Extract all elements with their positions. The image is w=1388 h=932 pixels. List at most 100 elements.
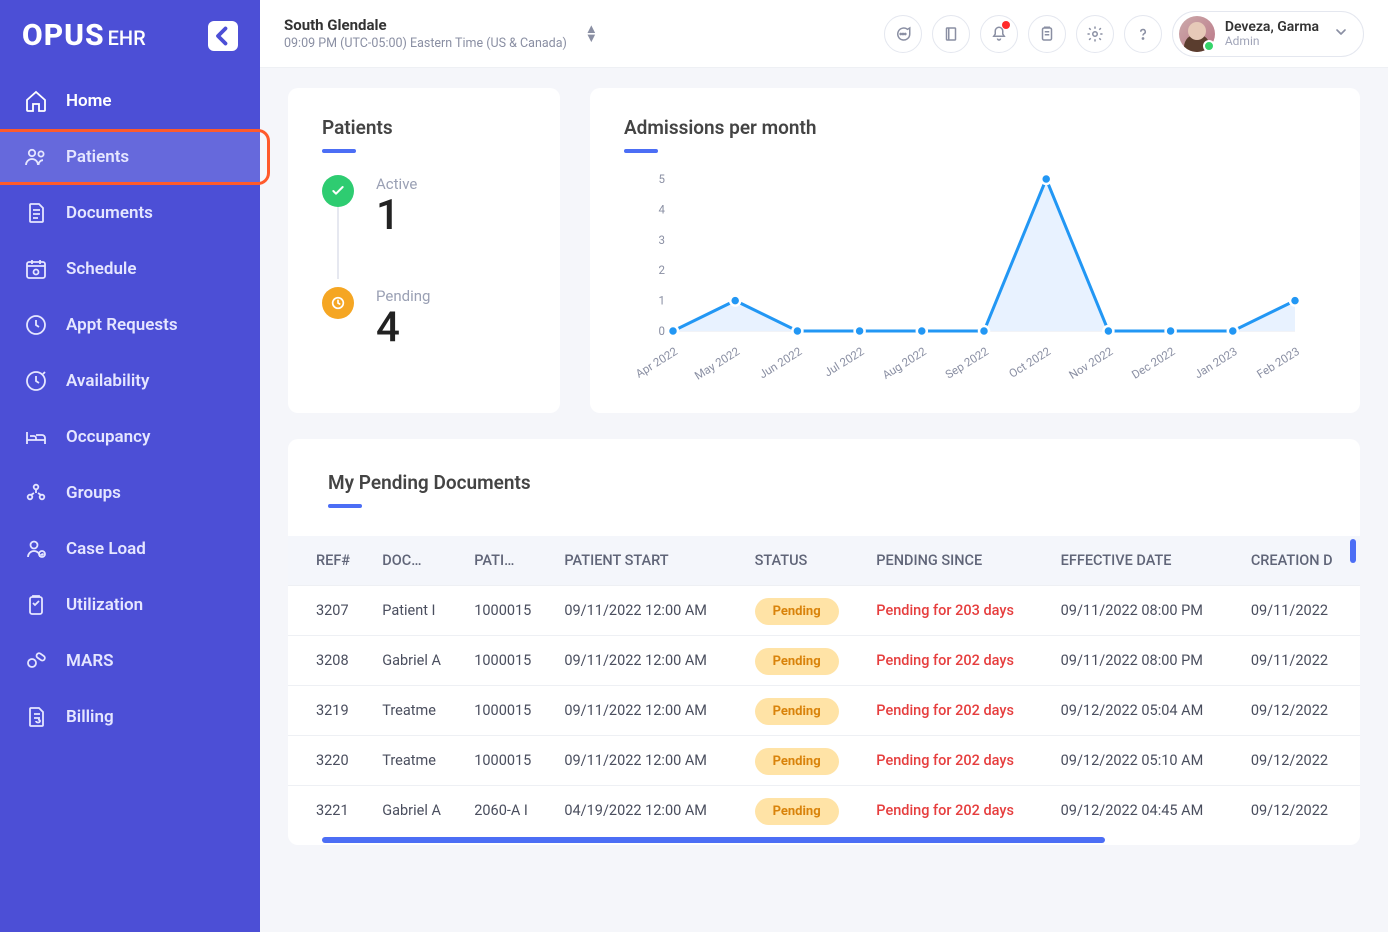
status-badge: Pending xyxy=(755,748,839,775)
home-icon xyxy=(24,89,48,113)
table-header[interactable]: PENDING SINCE xyxy=(866,536,1050,586)
table-cell: 09/12/2022 05:04 AM xyxy=(1051,686,1241,736)
table-header[interactable]: CREATION D xyxy=(1241,536,1360,586)
svg-text:May 2022: May 2022 xyxy=(692,344,743,381)
table-row[interactable]: 3220Treatme100001509/11/2022 12:00 AMPen… xyxy=(288,736,1360,786)
nav-appt-requests[interactable]: Appt Requests xyxy=(0,297,260,353)
chat-button[interactable] xyxy=(884,15,922,53)
stat-value: 1 xyxy=(376,195,417,237)
nav-utilization[interactable]: Utilization xyxy=(0,577,260,633)
table-cell: Pending xyxy=(745,736,867,786)
svg-text:Feb 2023: Feb 2023 xyxy=(1254,344,1302,381)
nav-label: Appt Requests xyxy=(66,315,178,335)
patients-card: Patients Active 1 xyxy=(288,88,560,413)
book-button[interactable] xyxy=(932,15,970,53)
table-cell: Pending xyxy=(745,686,867,736)
table-cell: 09/11/2022 12:00 AM xyxy=(554,586,744,636)
nav-label: Case Load xyxy=(66,539,146,559)
table-cell: 09/11/2022 08:00 PM xyxy=(1051,586,1241,636)
table-cell: 1000015 xyxy=(464,686,554,736)
settings-button[interactable] xyxy=(1076,15,1114,53)
table-header[interactable]: EFFECTIVE DATE xyxy=(1051,536,1241,586)
svg-text:4: 4 xyxy=(659,202,666,216)
table-cell: 09/11/2022 12:00 AM xyxy=(554,636,744,686)
location-time: 09:09 PM (UTC-05:00) Eastern Time (US & … xyxy=(284,36,567,51)
table-row[interactable]: 3207Patient I100001509/11/2022 12:00 AMP… xyxy=(288,586,1360,636)
table-cell: 3221 xyxy=(288,786,372,836)
help-button[interactable] xyxy=(1124,15,1162,53)
schedule-icon xyxy=(24,257,48,281)
nav-groups[interactable]: Groups xyxy=(0,465,260,521)
nav-case-load[interactable]: Case Load xyxy=(0,521,260,577)
table-cell: 3220 xyxy=(288,736,372,786)
sidebar-nav: Home Patients Documents Schedule Appt Re… xyxy=(0,73,260,745)
svg-text:Jun 2022: Jun 2022 xyxy=(756,344,804,381)
stat-connector xyxy=(337,207,339,279)
sidebar-collapse-button[interactable] xyxy=(208,21,238,51)
table-cell: Gabriel A xyxy=(372,786,464,836)
user-menu[interactable]: Deveza, Garma Admin xyxy=(1172,11,1364,57)
table-cell: 09/11/2022 08:00 PM xyxy=(1051,636,1241,686)
table-cell: Pending xyxy=(745,636,867,686)
status-badge: Pending xyxy=(755,698,839,725)
table-row[interactable]: 3208Gabriel A100001509/11/2022 12:00 AMP… xyxy=(288,636,1360,686)
nav-label: Billing xyxy=(66,707,114,727)
user-role: Admin xyxy=(1225,35,1319,49)
notification-dot xyxy=(1002,21,1010,29)
table-cell: Treatme xyxy=(372,686,464,736)
table-vertical-scrollbar[interactable] xyxy=(1350,539,1356,563)
svg-text:Nov 2022: Nov 2022 xyxy=(1066,344,1115,381)
pills-icon xyxy=(24,649,48,673)
admissions-chart-card: Admissions per month 012345Apr 2022May 2… xyxy=(590,88,1360,413)
pending-since: Pending for 202 days xyxy=(876,702,1014,719)
table-cell: 1000015 xyxy=(464,736,554,786)
pending-documents-card: My Pending Documents REF#DOC…PATI…PATIEN… xyxy=(288,439,1360,845)
nav-label: MARS xyxy=(66,651,114,671)
table-header[interactable]: REF# xyxy=(288,536,372,586)
table-cell: 3207 xyxy=(288,586,372,636)
clipboard-icon xyxy=(24,593,48,617)
table-header[interactable]: STATUS xyxy=(745,536,867,586)
svg-text:3: 3 xyxy=(659,233,665,247)
nav-billing[interactable]: Billing xyxy=(0,689,260,745)
topbar: South Glendale 09:09 PM (UTC-05:00) East… xyxy=(260,0,1388,68)
table-cell: Patient I xyxy=(372,586,464,636)
table-cell: 2060-A I xyxy=(464,786,554,836)
nav-home[interactable]: Home xyxy=(0,73,260,129)
table-header[interactable]: DOC… xyxy=(372,536,464,586)
presence-indicator xyxy=(1203,40,1215,52)
table-header[interactable]: PATI… xyxy=(464,536,554,586)
table-row[interactable]: 3221Gabriel A2060-A I04/19/2022 12:00 AM… xyxy=(288,786,1360,836)
card-title: My Pending Documents xyxy=(328,471,1360,494)
nav-schedule[interactable]: Schedule xyxy=(0,241,260,297)
status-badge: Pending xyxy=(755,598,839,625)
nav-documents[interactable]: Documents xyxy=(0,185,260,241)
availability-icon xyxy=(24,369,48,393)
notifications-button[interactable] xyxy=(980,15,1018,53)
table-cell: 09/12/2022 xyxy=(1241,786,1360,836)
nav-label: Occupancy xyxy=(66,427,150,447)
nav-label: Utilization xyxy=(66,595,143,615)
status-badge: Pending xyxy=(755,648,839,675)
nav-mars[interactable]: MARS xyxy=(0,633,260,689)
sidebar: OPUS EHR Home Patients Documents xyxy=(0,0,260,932)
table-header[interactable]: PATIENT START xyxy=(554,536,744,586)
table-horizontal-scrollbar[interactable] xyxy=(322,837,1326,845)
tasks-button[interactable] xyxy=(1028,15,1066,53)
svg-text:Jan 2023: Jan 2023 xyxy=(1192,344,1240,381)
table-cell: Pending for 202 days xyxy=(866,686,1050,736)
table-cell: 04/19/2022 12:00 AM xyxy=(554,786,744,836)
patients-icon xyxy=(24,145,48,169)
table-cell: 09/11/2022 xyxy=(1241,636,1360,686)
location-selector-caret[interactable]: ▲▼ xyxy=(585,25,598,43)
nav-availability[interactable]: Availability xyxy=(0,353,260,409)
nav-patients[interactable]: Patients xyxy=(0,129,268,185)
table-cell: Pending for 202 days xyxy=(866,786,1050,836)
svg-text:0: 0 xyxy=(659,324,665,338)
table-row[interactable]: 3219Treatme100001509/11/2022 12:00 AMPen… xyxy=(288,686,1360,736)
nav-occupancy[interactable]: Occupancy xyxy=(0,409,260,465)
nav-label: Availability xyxy=(66,371,149,391)
admissions-chart: 012345Apr 2022May 2022Jun 2022Jul 2022Au… xyxy=(624,171,1326,381)
caseload-icon xyxy=(24,537,48,561)
svg-text:2: 2 xyxy=(659,263,666,277)
